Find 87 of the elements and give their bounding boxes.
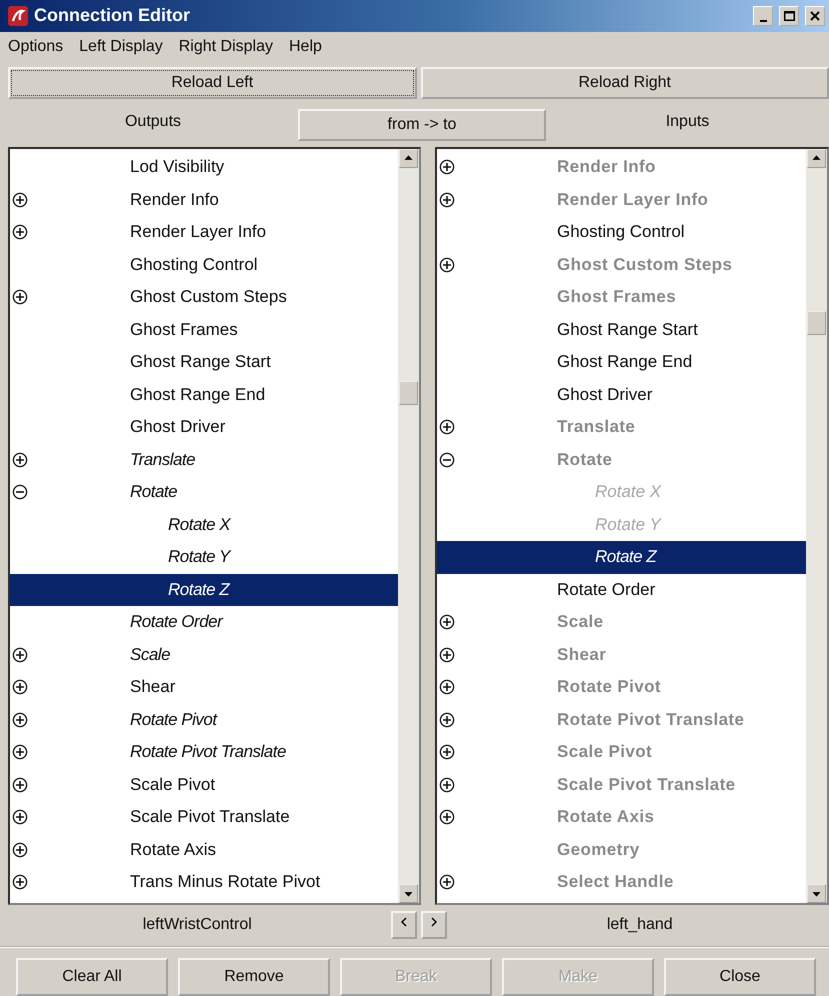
expand-icon[interactable] <box>12 776 28 792</box>
tree-item[interactable]: Ghost Range Start <box>10 346 398 378</box>
reload-button[interactable]: Reload Left <box>8 67 416 99</box>
expand-icon[interactable] <box>439 256 455 272</box>
tree-item[interactable]: Ghost Frames <box>10 314 398 346</box>
tree-item[interactable]: Ghost Driver <box>10 411 398 444</box>
expand-icon[interactable] <box>439 809 455 825</box>
tree-item[interactable]: Ghost Range End <box>437 346 806 378</box>
node-name: left_hand <box>606 916 674 934</box>
expand-icon[interactable] <box>439 679 455 695</box>
tree-item[interactable]: Rotate <box>10 476 398 508</box>
action-button[interactable]: Remove <box>178 958 330 996</box>
action-button[interactable]: Clear All <box>16 958 168 996</box>
expand-icon[interactable] <box>439 776 455 792</box>
tree-item[interactable]: Ghost Range End <box>10 378 398 411</box>
maximize-button[interactable] <box>779 6 799 26</box>
direction-button[interactable]: from -> to <box>298 109 546 141</box>
collapse-icon[interactable] <box>439 452 455 468</box>
tree-item[interactable]: Rotate Order <box>437 574 806 606</box>
expand-icon[interactable] <box>12 646 28 662</box>
expand-icon[interactable] <box>12 192 28 208</box>
tree-item[interactable]: Lod Visibility <box>10 151 398 184</box>
scroll-down-icon[interactable] <box>399 884 418 903</box>
tree-item[interactable]: Ghosting Control <box>10 248 398 281</box>
expand-icon[interactable] <box>439 744 455 760</box>
close-button[interactable] <box>805 6 825 26</box>
node-name: leftWristControl <box>142 916 253 934</box>
column-header: Inputs <box>664 113 710 131</box>
expand-icon[interactable] <box>439 874 455 890</box>
next-button[interactable] <box>420 910 446 938</box>
tree-item[interactable]: Scale <box>10 638 398 671</box>
action-button[interactable]: Close <box>664 958 816 996</box>
menu-item[interactable]: Left Display <box>79 36 163 58</box>
expand-icon[interactable] <box>12 842 28 858</box>
expand-icon[interactable] <box>439 614 455 630</box>
tree-item[interactable]: Render Layer Info <box>10 216 398 248</box>
expand-icon[interactable] <box>439 419 455 435</box>
scroll-down-icon[interactable] <box>807 884 826 903</box>
expand-icon[interactable] <box>12 224 28 240</box>
tree-item[interactable]: Ghosting Control <box>437 216 806 248</box>
expand-icon[interactable] <box>439 192 455 208</box>
expand-icon[interactable] <box>12 289 28 305</box>
close-icon <box>810 10 820 21</box>
minimize-icon <box>760 20 766 22</box>
scrollbar[interactable] <box>398 149 419 903</box>
scrollbar-thumb[interactable] <box>399 381 418 405</box>
tree-item[interactable]: Scale Pivot Translate <box>10 801 398 834</box>
menu-item[interactable]: Right Display <box>178 36 273 58</box>
scroll-up-icon[interactable] <box>399 149 418 168</box>
tree-item[interactable]: Ghost Driver <box>437 378 806 411</box>
expand-icon[interactable] <box>12 744 28 760</box>
reload-button[interactable]: Reload Right <box>420 67 829 99</box>
tree-item[interactable]: Rotate Y <box>10 541 398 574</box>
tree-item[interactable]: Ghost Custom Steps <box>10 281 398 314</box>
scrollbar-thumb[interactable] <box>807 311 826 335</box>
tree-item[interactable]: Scale Pivot <box>10 768 398 801</box>
expand-icon[interactable] <box>12 809 28 825</box>
tree-item[interactable]: Render Info <box>10 184 398 216</box>
menu-item[interactable]: Options <box>8 36 64 58</box>
window-title: Connection Editor <box>34 5 191 26</box>
menu-item[interactable]: Help <box>289 36 322 58</box>
expand-icon[interactable] <box>439 646 455 662</box>
tree-item[interactable]: Shear <box>10 671 398 704</box>
app-icon <box>8 6 28 26</box>
tree-item[interactable]: Trans Minus Rotate Pivot <box>10 866 398 898</box>
collapse-icon[interactable] <box>12 484 28 500</box>
scroll-up-icon[interactable] <box>807 149 826 168</box>
tree-item[interactable]: Rotate Pivot Translate <box>10 736 398 768</box>
tree-item[interactable]: Rotate Z <box>10 574 398 606</box>
expand-icon[interactable] <box>439 159 455 175</box>
tree-item[interactable]: Translate <box>10 444 398 476</box>
tree-item[interactable]: Rotate Z <box>437 541 806 574</box>
scrollbar[interactable] <box>806 149 827 903</box>
expand-icon[interactable] <box>12 679 28 695</box>
minimize-button[interactable] <box>753 6 773 26</box>
column-header: Outputs <box>124 113 182 131</box>
expand-icon[interactable] <box>12 712 28 728</box>
tree-item[interactable]: Rotate X <box>10 508 398 541</box>
tree-item[interactable]: Ghost Range Start <box>437 314 806 346</box>
maximize-icon <box>784 10 794 21</box>
tree-item[interactable]: Rotate Order <box>10 606 398 638</box>
tree-item[interactable]: Rotate Pivot <box>10 704 398 736</box>
previous-button[interactable] <box>390 910 416 938</box>
expand-icon[interactable] <box>439 712 455 728</box>
expand-icon[interactable] <box>12 874 28 890</box>
expand-icon[interactable] <box>12 452 28 468</box>
tree-item[interactable]: Rotate Axis <box>10 834 398 866</box>
